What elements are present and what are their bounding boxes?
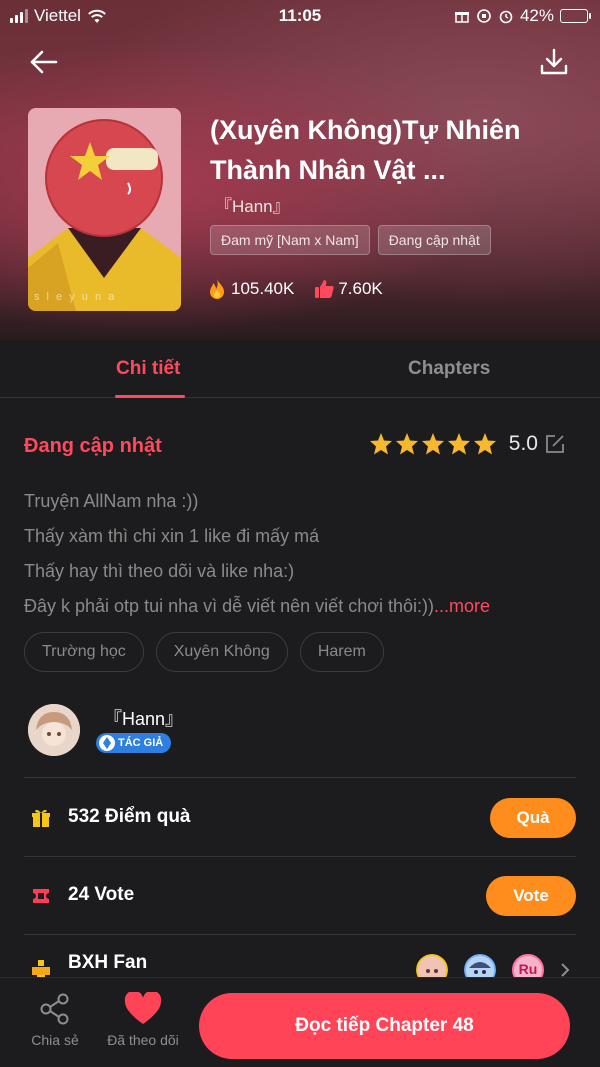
pen-icon xyxy=(99,735,115,751)
tab-bar: Chi tiết Chapters xyxy=(0,340,600,398)
story-cover[interactable]: s l e y u n a xyxy=(28,108,181,311)
update-status: Đang cập nhật xyxy=(24,435,162,457)
story-title: (Xuyên Không)Tự Nhiên Thành Nhân Vật ... xyxy=(210,115,521,185)
views-stat: 105.40K xyxy=(207,278,294,300)
fire-icon xyxy=(210,279,224,299)
likes-stat: 7.60K xyxy=(314,279,383,299)
story-description: Truyện AllNam nha :)) Thấy xàm thì chi x… xyxy=(24,484,584,624)
share-icon xyxy=(40,993,69,1025)
bottom-action-bar: Chia sẻ Đã theo dõi Đọc tiếp Chapter 48 xyxy=(0,977,600,1067)
more-link[interactable]: ...more xyxy=(434,596,490,616)
tag-category[interactable]: Đam mỹ [Nam x Nam] xyxy=(210,225,370,255)
description-line: Đây k phải otp tui nha vì dễ viết nên vi… xyxy=(24,596,435,616)
back-arrow-icon[interactable] xyxy=(26,44,62,80)
download-icon[interactable] xyxy=(536,44,572,80)
fan-avatar-text: Ru xyxy=(518,961,538,977)
status-bar: Viettel 11:05 42% xyxy=(0,0,600,32)
description-line: Thấy xàm thì chi xin 1 like đi mấy má xyxy=(24,526,320,546)
edit-rating-icon[interactable] xyxy=(544,433,566,455)
author-badge: TÁC GIẢ xyxy=(96,733,172,753)
gift-icon xyxy=(32,809,50,827)
author-avatar-art xyxy=(28,704,80,756)
gift-status-icon xyxy=(454,12,469,23)
story-hero: Viettel 11:05 42% s l e y u n a (Xuyên K… xyxy=(0,0,600,340)
star-icon xyxy=(421,433,444,455)
thumbs-up-icon xyxy=(315,280,334,298)
orientation-lock-icon xyxy=(477,9,491,23)
share-button[interactable]: Chia sẻ xyxy=(10,992,100,1048)
views-count: 105.40K xyxy=(231,279,295,298)
follow-button[interactable]: Đã theo dõi xyxy=(98,992,188,1048)
author-avatar[interactable] xyxy=(28,704,80,756)
genre-chip[interactable]: Harem xyxy=(299,632,384,672)
continue-reading-button[interactable]: Đọc tiếp Chapter 48 xyxy=(199,993,570,1059)
genre-chip[interactable]: Xuyên Không xyxy=(155,632,288,672)
story-author[interactable]: 『Hann』 xyxy=(215,192,290,217)
vote-count: 24 Vote xyxy=(68,884,135,905)
genre-chip[interactable]: Trường học xyxy=(24,632,144,672)
active-tab-indicator xyxy=(115,395,185,398)
ticket-icon xyxy=(33,889,49,903)
share-label: Chia sẻ xyxy=(31,1032,79,1048)
tab-chapters[interactable]: Chapters xyxy=(408,358,490,380)
gift-row: 532 Điểm quà Quà xyxy=(24,778,576,856)
vote-row: 24 Vote Vote xyxy=(24,856,576,934)
follow-label: Đã theo dõi xyxy=(107,1032,179,1048)
tag-status[interactable]: Đang cập nhật xyxy=(377,225,491,255)
cover-artwork xyxy=(28,108,181,311)
genre-list: Trường học Xuyên Không Harem xyxy=(24,632,384,672)
star-icon xyxy=(473,433,496,455)
description-line-last: Đây k phải otp tui nha vì dễ viết nên vi… xyxy=(24,589,584,624)
author-name[interactable]: 『Hann』 xyxy=(104,705,183,731)
status-bar-right: 42% xyxy=(454,6,591,26)
vote-button[interactable]: Vote xyxy=(486,876,576,916)
battery-icon xyxy=(560,9,591,23)
story-stats: 105.40K 7.60K xyxy=(207,278,383,300)
heart-icon xyxy=(124,992,162,1024)
author-badge-label: TÁC GIẢ xyxy=(118,737,164,749)
star-icon xyxy=(447,433,470,455)
likes-count: 7.60K xyxy=(338,279,383,298)
rating: 5.0 xyxy=(369,432,566,456)
description-line: Thấy hay thì theo dõi và like nha:) xyxy=(24,561,295,581)
star-icon xyxy=(395,433,418,455)
description-line: Truyện AllNam nha :)) xyxy=(24,491,199,511)
story-tags: Đam mỹ [Nam x Nam] Đang cập nhật xyxy=(210,225,491,255)
gift-points: 532 Điểm quà xyxy=(68,806,191,827)
author-row[interactable]: 『Hann』 TÁC GIẢ xyxy=(28,700,578,776)
alarm-icon xyxy=(499,10,513,24)
tab-details[interactable]: Chi tiết xyxy=(116,358,180,380)
star-icon xyxy=(369,433,392,455)
fan-ranking-label: BXH Fan xyxy=(68,952,148,973)
chevron-right-icon[interactable] xyxy=(560,962,570,978)
cover-watermark: s l e y u n a xyxy=(34,291,117,303)
gift-button[interactable]: Quà xyxy=(490,798,576,838)
rating-value: 5.0 xyxy=(508,432,538,455)
battery-percent: 42% xyxy=(519,6,554,25)
